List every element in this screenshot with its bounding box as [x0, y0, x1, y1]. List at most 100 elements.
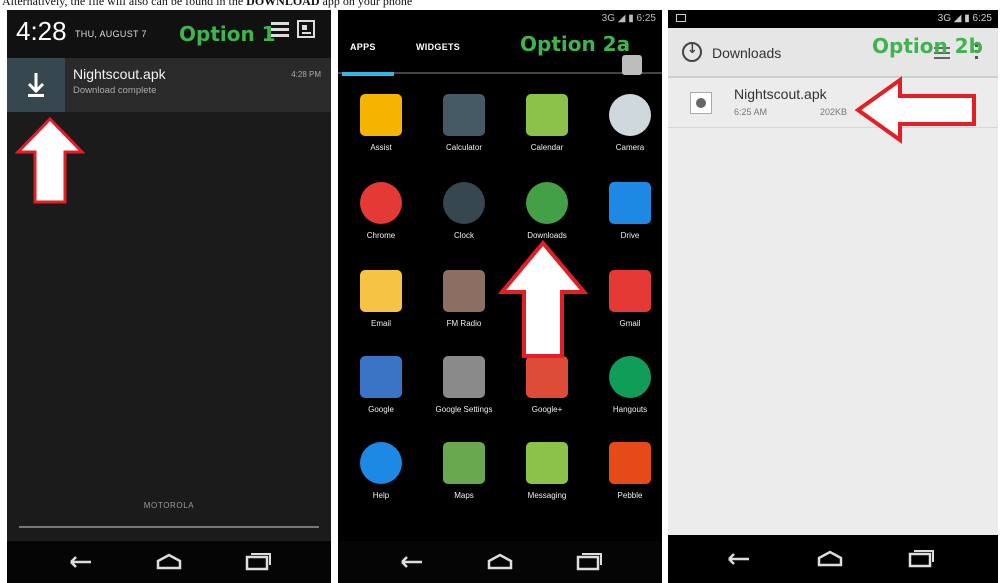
app-downloads[interactable]: Downloads [512, 182, 582, 241]
app-label: Pebble [617, 491, 643, 500]
nav-bar [668, 535, 998, 583]
maps-icon [443, 442, 485, 484]
app-email[interactable]: Email [346, 270, 416, 329]
app-label: FM Radio [446, 319, 482, 328]
home-icon[interactable] [815, 549, 845, 569]
app-label: Email [370, 319, 391, 328]
clock-date: THU, AUGUST 7 [75, 29, 147, 39]
app-label: Calculator [445, 143, 482, 152]
app-label: Gmail [619, 319, 641, 328]
left-arrow-callout [854, 76, 976, 144]
hangouts-icon [609, 356, 651, 398]
app-label: Assist [370, 143, 392, 152]
google-icon [360, 356, 402, 398]
clock-time: 4:28 [16, 16, 67, 46]
app-radio[interactable]: FM Radio [429, 270, 499, 329]
download-time: 6:25 AM [734, 107, 768, 117]
app-label: Maps [454, 491, 474, 500]
home-icon[interactable] [154, 552, 184, 572]
download-icon [7, 58, 65, 112]
help-icon [360, 442, 402, 484]
camera-icon [609, 94, 651, 136]
recents-icon[interactable] [574, 552, 604, 572]
app-google[interactable]: Google [346, 356, 416, 415]
app-clock[interactable]: Clock [429, 182, 499, 241]
gmail-icon [609, 270, 651, 312]
status-text: 3G ◢ ▮ 6:25 [601, 13, 656, 24]
notification-title: Nightscout.apk [73, 66, 166, 82]
google-settings-icon [443, 356, 485, 398]
app-label: Google Settings [435, 405, 493, 414]
caption: Alternatively, the file will also can be… [2, 0, 1002, 10]
chrome-icon [360, 182, 402, 224]
app-maps[interactable]: Maps [429, 442, 499, 501]
notification-subtitle: Download complete [73, 85, 157, 96]
app-google-plus[interactable]: Google+ [512, 356, 582, 415]
recents-icon[interactable] [243, 552, 273, 572]
apk-file-icon [690, 92, 712, 114]
status-bar: 3G ◢ ▮ 6:25 [668, 10, 998, 28]
screenshot-notification-icon [676, 14, 686, 22]
app-messaging[interactable]: Messaging [512, 442, 582, 501]
up-arrow-callout [498, 240, 588, 358]
back-icon[interactable] [65, 552, 95, 572]
caption-emphasis: DOWNLOAD [246, 0, 320, 8]
nav-bar [338, 541, 662, 583]
app-label: Hangouts [612, 405, 648, 414]
status-bar: 3G ◢ ▮ 6:25 [338, 10, 662, 28]
shade-handle[interactable] [19, 526, 319, 528]
email-icon [360, 270, 402, 312]
quick-settings-icon[interactable] [297, 20, 315, 38]
app-label: Clock [453, 231, 474, 240]
app-drawer-screenshot: 3G ◢ ▮ 6:25 APPS WIDGETS Option 2a Assis… [338, 10, 662, 583]
home-icon[interactable] [485, 552, 515, 572]
app-label: Google [368, 405, 394, 414]
app-label: Help [372, 491, 390, 500]
back-icon[interactable] [723, 549, 753, 569]
app-help[interactable]: Help [346, 442, 416, 501]
shade-header: 4:28 THU, AUGUST 7 [7, 10, 331, 58]
drive-icon [609, 182, 651, 224]
download-file-name: Nightscout.apk [734, 86, 827, 102]
active-tab-indicator [342, 72, 394, 76]
play-store-icon[interactable] [622, 55, 642, 75]
app-drive[interactable]: Drive [595, 182, 662, 241]
app-pebble[interactable]: Pebble [595, 442, 662, 501]
downloads-icon [526, 182, 568, 224]
clock-icon [443, 182, 485, 224]
app-label: Drive [620, 231, 640, 240]
caption-text-end: app on your phone [319, 0, 413, 8]
app-assist[interactable]: Assist [346, 94, 416, 153]
notification-shade-screenshot: 4:28 THU, AUGUST 7 Option 1 Nightscout.a… [7, 10, 331, 583]
downloads-title: Downloads [712, 45, 782, 61]
app-calculator[interactable]: Calculator [429, 94, 499, 153]
downloads-icon [682, 42, 702, 62]
notification-time: 4:28 PM [291, 70, 321, 79]
carrier-label: MOTOROLA [143, 501, 195, 510]
app-chrome[interactable]: Chrome [346, 182, 416, 241]
recents-icon[interactable] [906, 549, 936, 569]
google-plus-icon [526, 356, 568, 398]
messaging-icon [526, 442, 568, 484]
app-label: Chrome [366, 231, 396, 240]
nav-bar [7, 541, 331, 583]
app-label: Google+ [531, 405, 563, 414]
calculator-icon [443, 94, 485, 136]
app-camera[interactable]: Camera [595, 94, 662, 153]
app-label: Calendar [530, 143, 564, 152]
caption-text: Alternatively, the file will also can be… [2, 0, 247, 8]
back-icon[interactable] [396, 552, 426, 572]
option-2b-label: Option 2b [872, 34, 983, 58]
tab-apps[interactable]: APPS [350, 42, 376, 52]
app-gmail[interactable]: Gmail [595, 270, 662, 329]
download-size: 202KB [820, 107, 848, 117]
calendar-icon [526, 94, 568, 136]
app-google-settings[interactable]: Google Settings [429, 356, 499, 415]
radio-icon [443, 270, 485, 312]
download-notification[interactable]: Nightscout.apk Download complete 4:28 PM [7, 58, 331, 112]
app-hangouts[interactable]: Hangouts [595, 356, 662, 415]
app-label: Messaging [527, 491, 567, 500]
app-calendar[interactable]: Calendar [512, 94, 582, 153]
tab-widgets[interactable]: WIDGETS [416, 42, 460, 52]
pebble-icon [609, 442, 651, 484]
